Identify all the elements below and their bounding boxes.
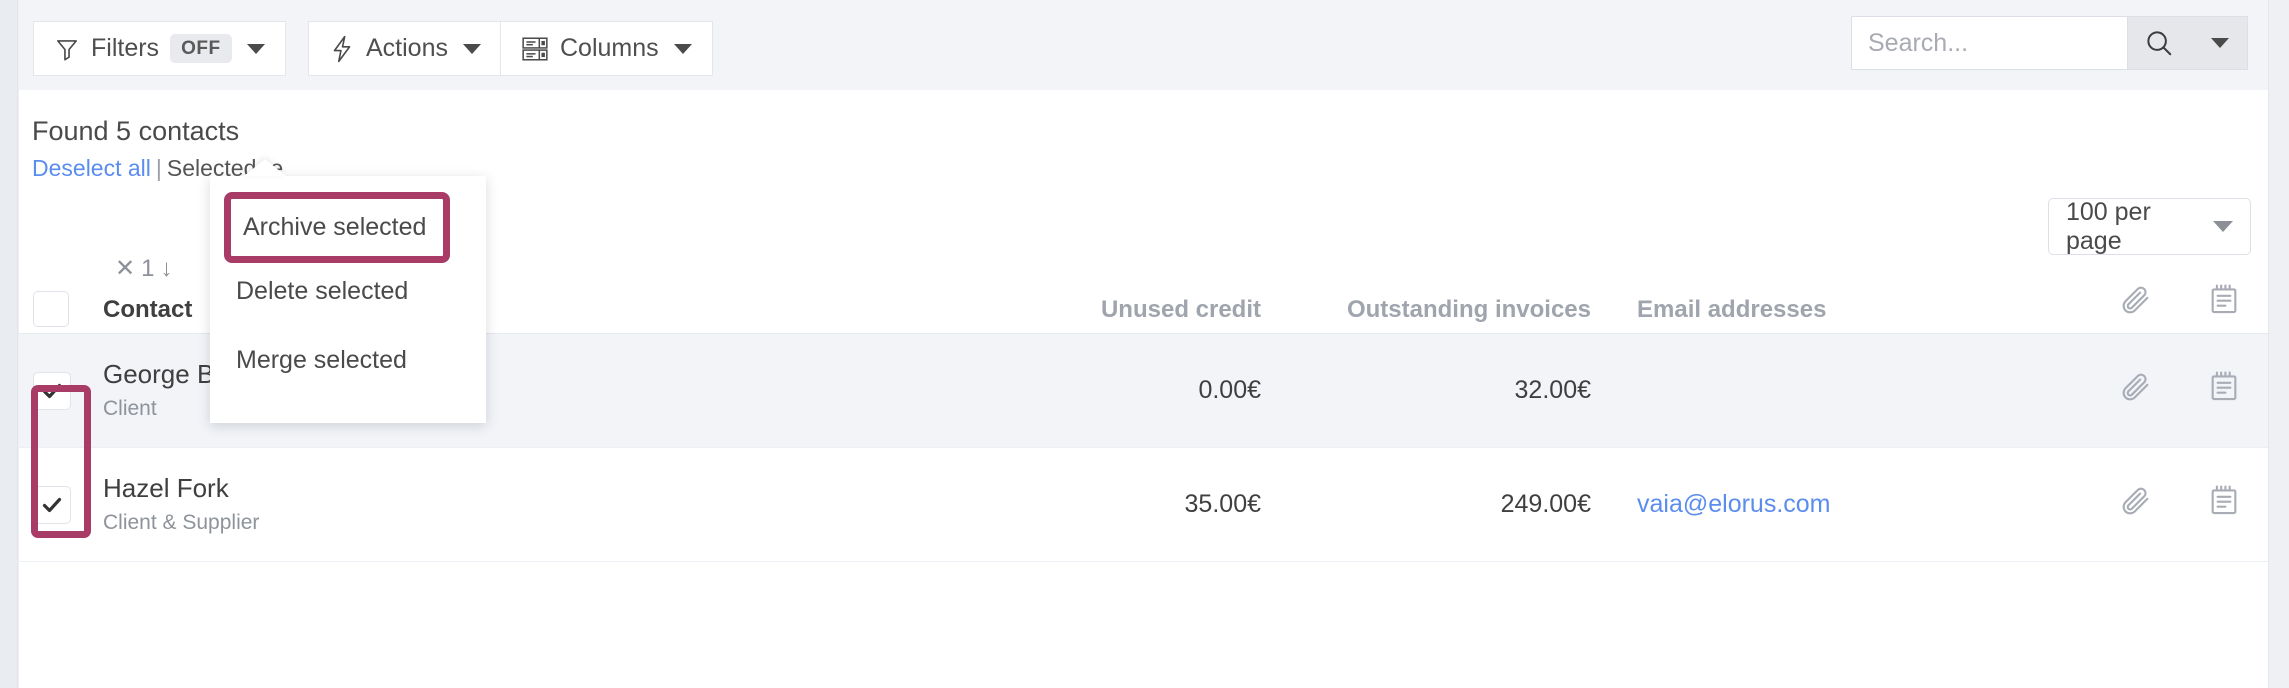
menu-item-archive-selected[interactable]: Archive selected <box>224 192 450 263</box>
actions-label: Actions <box>366 34 448 62</box>
columns-button[interactable]: Columns <box>500 21 713 76</box>
email-link[interactable]: vaia@elorus.com <box>1637 490 1831 518</box>
search-submit-button[interactable] <box>2127 17 2189 69</box>
toolbar: Filters OFF Actions Columns Search... <box>19 0 2268 90</box>
actions-button[interactable]: Actions <box>308 21 502 76</box>
checkmark-icon <box>40 379 64 403</box>
funnel-icon <box>54 36 80 62</box>
paperclip-icon <box>2119 370 2153 404</box>
row-email-cell: vaia@elorus.com <box>1615 490 2093 519</box>
actions-dropdown-menu: Archive selected Delete selected Merge s… <box>210 159 486 423</box>
content-area: Filters OFF Actions Columns Search... Fo… <box>19 0 2268 688</box>
header-email-addresses[interactable]: Email addresses <box>1615 296 2093 333</box>
chevron-down-icon <box>673 43 692 54</box>
contact-type: Client & Supplier <box>103 511 260 535</box>
chevron-down-icon <box>2213 221 2233 232</box>
table-row[interactable]: Hazel Fork Client & Supplier 35.00€ 249.… <box>19 448 2268 562</box>
sort-indicator[interactable]: ✕ 1 ↓ <box>115 254 172 283</box>
search-icon <box>2144 28 2174 58</box>
right-gutter <box>2268 0 2289 688</box>
filters-button[interactable]: Filters OFF <box>33 21 286 76</box>
row-select-cell <box>19 371 85 410</box>
search-input[interactable] <box>1852 17 2127 69</box>
notepad-icon <box>2207 283 2241 317</box>
notepad-icon <box>2207 484 2241 518</box>
header-unused-credit[interactable]: Unused credit <box>985 296 1285 333</box>
dropdown-arrow <box>244 159 286 176</box>
contact-name[interactable]: Hazel Fork <box>103 473 985 504</box>
chevron-down-icon <box>462 43 481 54</box>
search-options-button[interactable] <box>2189 17 2247 69</box>
row-checkbox[interactable] <box>33 485 71 524</box>
page-root: Filters OFF Actions Columns Search... Fo… <box>0 0 2289 688</box>
row-attachment-button[interactable] <box>2093 484 2179 525</box>
checkmark-icon <box>40 493 64 517</box>
row-contact-cell: Hazel Fork Client & Supplier <box>85 473 985 536</box>
header-notes[interactable] <box>2179 283 2268 333</box>
per-page-select[interactable]: 100 per page <box>2048 198 2251 255</box>
filters-state-badge: OFF <box>170 33 232 64</box>
lightning-bolt-icon <box>329 35 355 63</box>
paperclip-icon <box>2119 283 2153 317</box>
results-panel: Found 5 contacts Deselect all | Selected r… <box>19 90 2268 688</box>
row-attachment-button[interactable] <box>2093 370 2179 411</box>
sort-order-number: 1 <box>141 254 155 282</box>
menu-item-delete-selected[interactable]: Delete selected <box>210 263 486 320</box>
row-checkbox[interactable] <box>33 371 71 410</box>
header-outstanding-invoices[interactable]: Outstanding invoices <box>1285 296 1615 333</box>
columns-icon <box>521 35 549 63</box>
select-all-checkbox[interactable] <box>33 291 69 327</box>
row-select-cell <box>19 485 85 524</box>
row-unused-credit: 0.00€ <box>1198 376 1261 404</box>
row-note-button[interactable] <box>2179 370 2268 411</box>
chevron-down-icon <box>2211 38 2229 48</box>
row-unused-credit: 35.00€ <box>1184 490 1261 518</box>
chevron-down-icon <box>246 43 265 54</box>
row-note-button[interactable] <box>2179 484 2268 525</box>
left-gutter <box>0 0 18 688</box>
found-count-label: Found 5 contacts <box>32 116 240 146</box>
paperclip-icon <box>2119 484 2153 518</box>
search-bar <box>1851 16 2248 70</box>
clear-sort-icon[interactable]: ✕ <box>115 254 135 283</box>
header-attachments[interactable] <box>2093 283 2179 333</box>
sort-direction-icon[interactable]: ↓ <box>160 255 172 283</box>
deselect-all-link[interactable]: Deselect all <box>32 155 151 181</box>
filters-label: Filters <box>91 34 160 62</box>
menu-item-merge-selected[interactable]: Merge selected <box>210 332 486 389</box>
separator: | <box>155 155 162 182</box>
columns-label: Columns <box>560 34 659 62</box>
per-page-value: 100 per page <box>2066 197 2151 255</box>
select-all-cell: ✕ 1 ↓ <box>19 255 172 333</box>
notepad-icon <box>2207 370 2241 404</box>
row-outstanding-invoices: 249.00€ <box>1500 490 1591 518</box>
row-outstanding-invoices: 32.00€ <box>1514 376 1591 404</box>
